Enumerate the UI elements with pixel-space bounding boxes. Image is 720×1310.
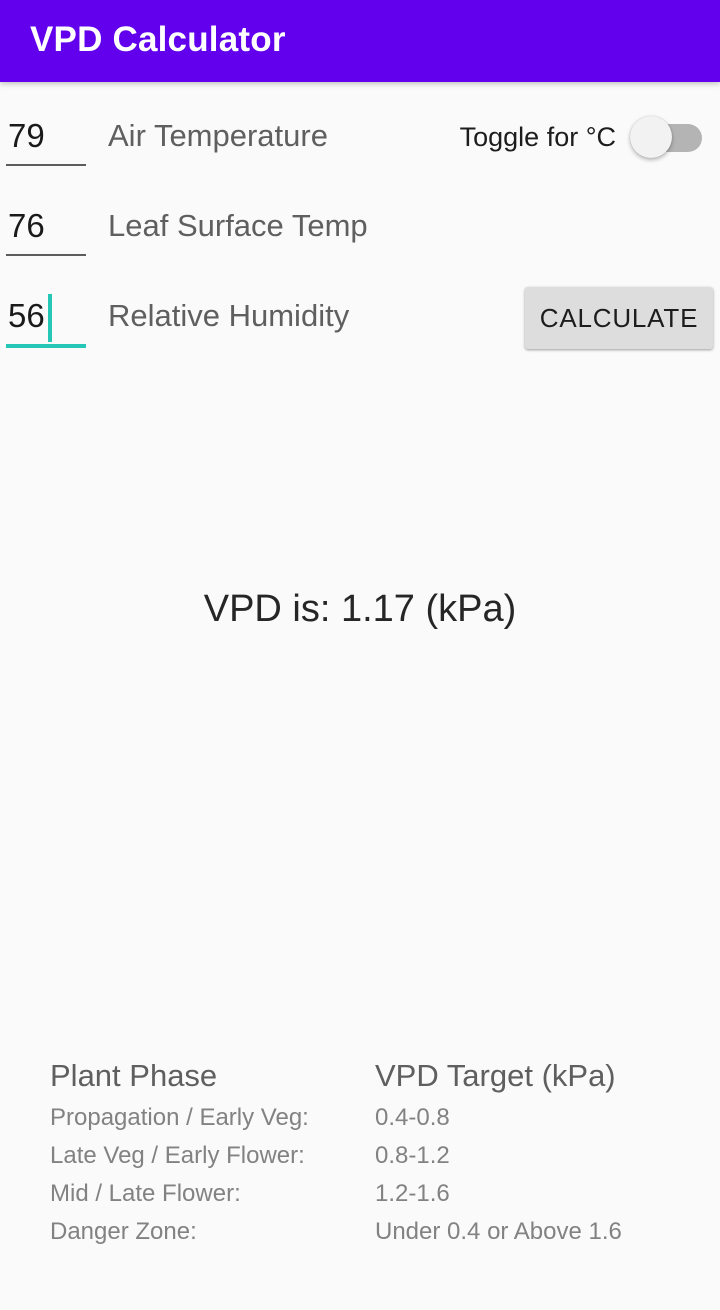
relative-humidity-underline <box>6 344 86 348</box>
leaf-surface-temp-input[interactable] <box>6 198 86 254</box>
table-row: Danger Zone: Under 0.4 or Above 1.6 <box>50 1218 710 1256</box>
leaf-surface-temp-label: Leaf Surface Temp <box>108 208 368 243</box>
switch-thumb[interactable] <box>630 116 672 158</box>
cell-phase: Propagation / Early Veg: <box>50 1104 309 1131</box>
table-row: Mid / Late Flower: 1.2-1.6 <box>50 1180 710 1218</box>
table-header-row: Plant Phase VPD Target (kPa) <box>50 1058 710 1104</box>
air-temperature-input[interactable] <box>6 108 86 164</box>
leaf-surface-temp-underline <box>6 254 86 256</box>
air-temperature-label: Air Temperature <box>108 118 328 153</box>
celsius-toggle-group[interactable]: Toggle for °C <box>460 114 706 160</box>
app-bar: VPD Calculator <box>0 0 720 82</box>
calculate-button[interactable]: CALCULATE <box>525 287 713 349</box>
cell-phase: Mid / Late Flower: <box>50 1180 241 1207</box>
page-title: VPD Calculator <box>30 20 286 59</box>
column-header-vpd-target: VPD Target (kPa) <box>375 1058 616 1093</box>
leaf-surface-temp-row: Leaf Surface Temp <box>0 190 720 280</box>
vpd-reference-table: Plant Phase VPD Target (kPa) Propagation… <box>50 1058 710 1256</box>
table-row: Late Veg / Early Flower: 0.8-1.2 <box>50 1142 710 1180</box>
celsius-toggle-switch[interactable] <box>630 115 706 159</box>
cell-target: 0.8-1.2 <box>375 1142 450 1169</box>
cell-target: Under 0.4 or Above 1.6 <box>375 1218 622 1245</box>
column-header-plant-phase: Plant Phase <box>50 1058 218 1093</box>
text-caret <box>48 294 52 342</box>
relative-humidity-input[interactable] <box>6 288 86 344</box>
cell-phase: Danger Zone: <box>50 1218 197 1245</box>
cell-target: 0.4-0.8 <box>375 1104 450 1131</box>
air-temperature-underline <box>6 164 86 166</box>
air-temperature-row: Air Temperature Toggle for °C <box>0 100 720 190</box>
cell-phase: Late Veg / Early Flower: <box>50 1142 305 1169</box>
relative-humidity-label: Relative Humidity <box>108 298 350 333</box>
cell-target: 1.2-1.6 <box>375 1180 450 1207</box>
celsius-toggle-label: Toggle for °C <box>459 121 616 152</box>
vpd-result-text: VPD is: 1.17 (kPa) <box>203 588 517 630</box>
table-row: Propagation / Early Veg: 0.4-0.8 <box>50 1104 710 1142</box>
